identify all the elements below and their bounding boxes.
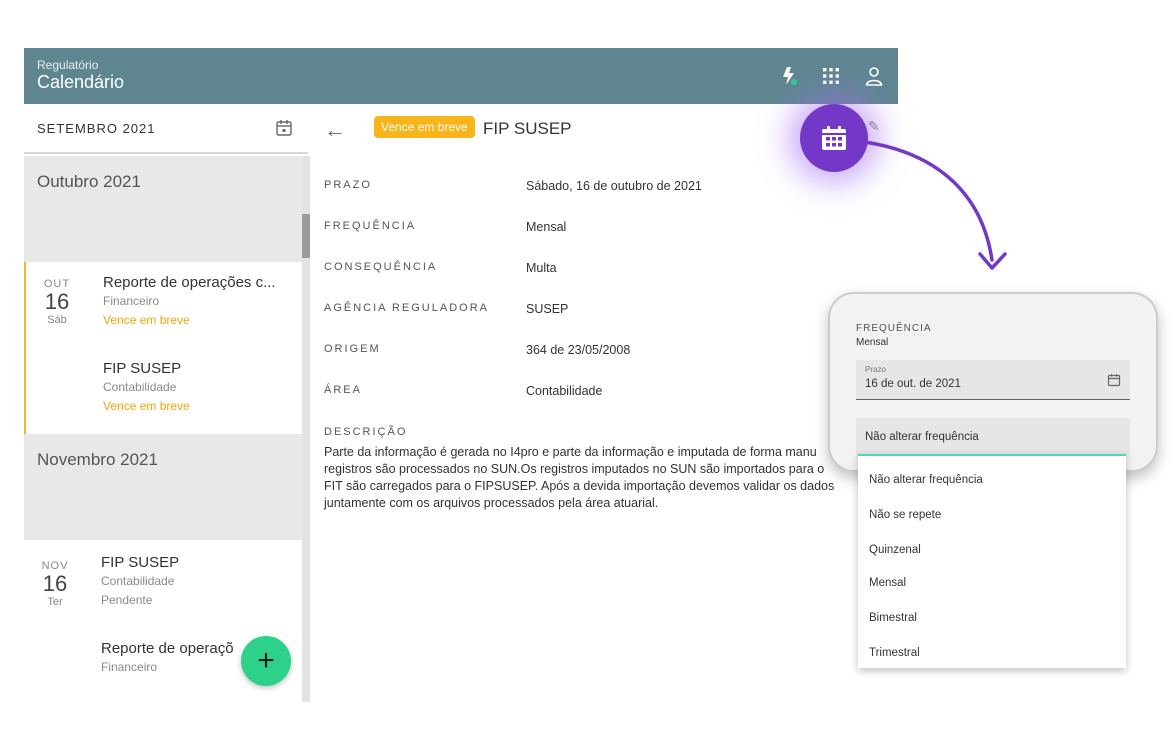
event-status: Vence em breve (103, 313, 190, 327)
prazo-date-field[interactable]: Prazo 16 de out. de 2021 (856, 360, 1130, 400)
event-date-weekday: Sáb (47, 314, 67, 326)
app-subtitle: Regulatório (37, 58, 99, 72)
pointer-arrow-icon (862, 140, 1007, 270)
apps-grid-icon[interactable] (820, 65, 842, 87)
prazo-field-value: 16 de out. de 2021 (865, 378, 961, 390)
dropdown-option[interactable]: Quinzenal (869, 544, 921, 556)
field-value: SUSEP (526, 302, 569, 316)
event-title: FIP SUSEP (101, 554, 180, 571)
app-title: Calendário (37, 72, 125, 92)
event-detail-panel: ← Vence em breve FIP SUSEP ✎ PRAZO Sábad… (312, 104, 898, 702)
day-group-oct-16: OUT 16 Sáb Reporte de operações c... Fin… (24, 262, 302, 434)
field-label: FREQUÊNCIA (324, 220, 417, 232)
zoomed-frequency-editor: FREQUÊNCIA Mensal Prazo 16 de out. de 20… (828, 292, 1158, 472)
dropdown-option[interactable]: Não alterar frequência (869, 474, 983, 486)
event-item[interactable]: Reporte de operações c... Financeiro Ven… (103, 274, 299, 327)
event-date: NOV 16 Ter (24, 560, 86, 608)
frequency-select-value: Não alterar frequência (865, 431, 979, 443)
month-header-label: Outubro 2021 (37, 172, 141, 191)
description-label: DESCRIÇÃO (324, 426, 408, 438)
field-label: AGÊNCIA REGULADORA (324, 302, 489, 314)
top-app-bar: Regulatório Calendário (24, 48, 898, 104)
frequency-label: FREQUÊNCIA (856, 323, 932, 334)
bolt-notification-icon[interactable] (778, 65, 800, 87)
add-event-button[interactable]: + (241, 636, 291, 686)
dropdown-option[interactable]: Trimestral (869, 647, 920, 659)
event-date-day: 16 (44, 289, 70, 314)
detail-title: FIP SUSEP (483, 119, 572, 138)
dropdown-option[interactable]: Mensal (869, 577, 906, 589)
dropdown-option[interactable]: Bimestral (869, 612, 917, 624)
app-window: Regulatório Calendário SETEMBRO 2021 Out… (24, 48, 898, 702)
event-category: Contabilidade (101, 574, 175, 588)
event-date-weekday: Ter (47, 596, 63, 608)
month-selector-label: SETEMBRO 2021 (37, 121, 156, 136)
user-icon[interactable] (863, 65, 885, 87)
plus-icon: + (257, 644, 275, 677)
month-header-label: Novembro 2021 (37, 450, 158, 469)
back-arrow-icon[interactable]: ← (324, 117, 346, 143)
event-category: Financeiro (103, 294, 160, 308)
calendar-icon[interactable] (275, 119, 293, 142)
calendar-icon[interactable] (1107, 373, 1121, 392)
calendar-list-panel: SETEMBRO 2021 Outubro 2021 OUT 16 Sáb Re… (24, 104, 310, 702)
field-value: Mensal (526, 220, 567, 234)
list-scrollbar-thumb[interactable] (302, 214, 310, 258)
field-label: PRAZO (324, 179, 372, 191)
highlight-calendar-button[interactable] (800, 104, 868, 172)
event-item[interactable]: FIP SUSEP Contabilidade Pendente (101, 554, 297, 607)
calendar-icon (822, 126, 846, 150)
event-status: Vence em breve (103, 399, 190, 413)
field-value: Sábado, 16 de outubro de 2021 (526, 179, 702, 193)
month-header-novembro: Novembro 2021 (24, 434, 302, 540)
event-status: Pendente (101, 593, 153, 607)
event-date: OUT 16 Sáb (26, 278, 88, 326)
field-value: Multa (526, 261, 557, 275)
field-label: ÁREA (324, 384, 362, 396)
frequency-value: Mensal (856, 337, 889, 348)
field-value: 364 de 23/05/2008 (526, 343, 631, 357)
frequency-dropdown-menu: Não alterar frequência Não se repete Qui… (858, 454, 1126, 668)
dropdown-option[interactable]: Não se repete (869, 509, 941, 521)
field-label: ORIGEM (324, 343, 381, 355)
event-date-day: 16 (42, 571, 68, 596)
field-label: CONSEQUÊNCIA (324, 261, 438, 273)
frequency-select[interactable]: Não alterar frequência (856, 418, 1130, 458)
event-category: Contabilidade (103, 380, 177, 394)
month-header-outubro: Outubro 2021 (24, 156, 302, 262)
event-item[interactable]: FIP SUSEP Contabilidade Vence em breve (103, 360, 299, 413)
month-selector[interactable]: SETEMBRO 2021 (24, 104, 308, 154)
status-badge: Vence em breve (374, 116, 475, 138)
event-title: Reporte de operações c... (103, 274, 276, 291)
field-value: Contabilidade (526, 384, 603, 398)
prazo-field-label: Prazo (865, 365, 886, 374)
description-text: Parte da informação é gerada no I4pro e … (324, 445, 835, 510)
event-title: FIP SUSEP (103, 360, 182, 377)
